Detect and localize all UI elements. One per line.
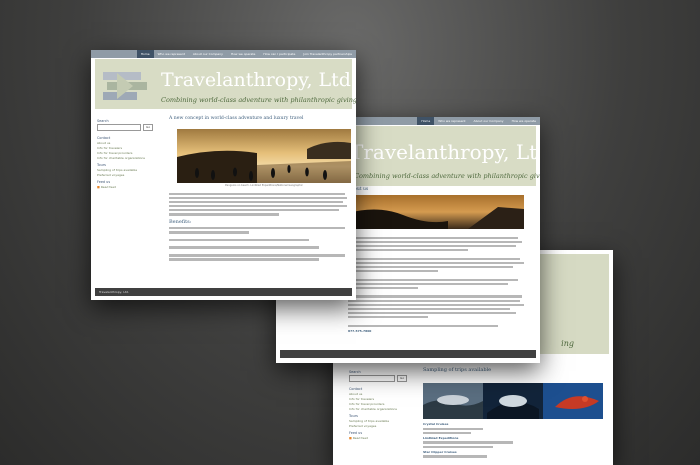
tab-how[interactable]: How we operate (508, 117, 540, 125)
sidebar-link-about[interactable]: About us (349, 392, 411, 396)
search-input[interactable] (97, 124, 141, 131)
rss-link[interactable]: ■ Read feed (349, 436, 411, 440)
sidebar-link-providers[interactable]: Info for travel providers (349, 402, 411, 406)
tab-who[interactable]: Who we represent (154, 50, 189, 58)
tours-heading: Tours (97, 163, 106, 167)
trip-group-star-clipper[interactable]: Star Clipper Cruises (423, 450, 603, 454)
sidebar-link-charities[interactable]: Info for charitable organizations (97, 156, 155, 160)
main-content: Sampling of trips available (423, 367, 603, 374)
main-content: A new concept in world-class adventure a… (169, 116, 349, 122)
tab-about[interactable]: About our Company (470, 117, 508, 125)
search-go-button[interactable]: Go (397, 375, 408, 382)
contact-heading: Contact (97, 136, 111, 140)
search-heading: Search (97, 119, 109, 123)
rss-icon: ■ (97, 185, 100, 189)
sidebar-link-providers[interactable]: Info for travel providers (97, 151, 155, 155)
search-heading: Search (349, 370, 361, 374)
site-title: Travelanthropy, Ltd. (161, 69, 356, 91)
window-home-page: Home Who we represent About our Company … (91, 50, 356, 300)
tab-about[interactable]: About our Company (189, 50, 227, 58)
main-heading: A new concept in world-class adventure a… (169, 116, 304, 121)
intro-body: Benefits: (169, 191, 349, 262)
sidebar-link-charities[interactable]: Info for charitable organizations (349, 407, 411, 411)
site-title: Travelanthropy, Ltd. (350, 140, 540, 164)
tab-join[interactable]: Join Travelanthropy partnerships (299, 50, 356, 58)
site-header: Travelanthropy, Ltd. Combining world-cla… (95, 59, 356, 109)
tours-heading: Tours (349, 414, 358, 418)
rss-link-label: Read feed (100, 185, 116, 189)
search-input[interactable] (349, 375, 395, 382)
sidebar-link-sampling[interactable]: Sampling of trips available (349, 419, 411, 423)
search-go-button[interactable]: Go (143, 124, 154, 131)
sidebar-link-travelers[interactable]: Info for travelers (349, 397, 411, 401)
contact-heading: Contact (349, 387, 363, 391)
sidebar-link-sampling[interactable]: Sampling of trips available (97, 168, 155, 172)
rss-link[interactable]: ■ Read feed (97, 185, 155, 189)
feeds-heading: Feed us (349, 431, 363, 435)
phone-number: 877-575-7800 (348, 328, 372, 333)
trip-list: Crystal Cruises Lindblad Expeditions Sta… (423, 422, 603, 459)
tab-home[interactable]: Home (417, 117, 435, 125)
sidebar-link-voyages[interactable]: Preferred voyages (349, 424, 411, 428)
trip-group-crystal[interactable]: Crystal Cruises (423, 422, 603, 426)
tab-who[interactable]: Who we represent (434, 117, 469, 125)
photo-caption-text: Penguins on beach. Lindblad Expeditions/… (225, 184, 303, 187)
top-nav: Home Who we represent About our Company … (91, 50, 356, 58)
trip-group-lindblad[interactable]: Lindblad Expeditions (423, 436, 603, 440)
sidebar-link-voyages[interactable]: Preferred voyages (97, 173, 155, 177)
sidebar-link-travelers[interactable]: Info for travelers (97, 146, 155, 150)
penguins-photo (177, 129, 351, 183)
feeds-heading: Feed us (97, 180, 111, 184)
footer-site-name: Travelanthropy, Ltd. (99, 290, 130, 294)
main-content: About us (348, 187, 530, 193)
logo-icon (103, 69, 149, 103)
tab-participate[interactable]: How can I participate (259, 50, 299, 58)
benefits-heading: Benefits: (169, 218, 192, 225)
tours-heading-main: Sampling of trips available (423, 367, 492, 373)
about-photo (348, 195, 524, 229)
site-tagline: Combining world-class adventure with phi… (161, 96, 356, 104)
about-heading: About us (348, 187, 369, 192)
photo-caption: Penguins on beach. Lindblad Expeditions/… (177, 184, 351, 187)
about-body: 877-575-7800 (348, 235, 528, 333)
rss-link-label: Read feed (352, 436, 368, 440)
footer: Travelanthropy, Ltd. (95, 288, 352, 296)
site-tagline: Combining world-class adventure with phi… (354, 172, 540, 180)
tab-home[interactable]: Home (136, 50, 154, 58)
trip-photo-strip (423, 383, 603, 419)
rss-icon: ■ (349, 436, 352, 440)
sidebar: Search Go Contact About us Info for trav… (349, 367, 411, 441)
footer (280, 350, 536, 358)
sidebar-link-about[interactable]: About us (97, 141, 155, 145)
sidebar: Search Go Contact About us Info for trav… (97, 116, 155, 190)
tab-how[interactable]: How we operate (227, 50, 259, 58)
